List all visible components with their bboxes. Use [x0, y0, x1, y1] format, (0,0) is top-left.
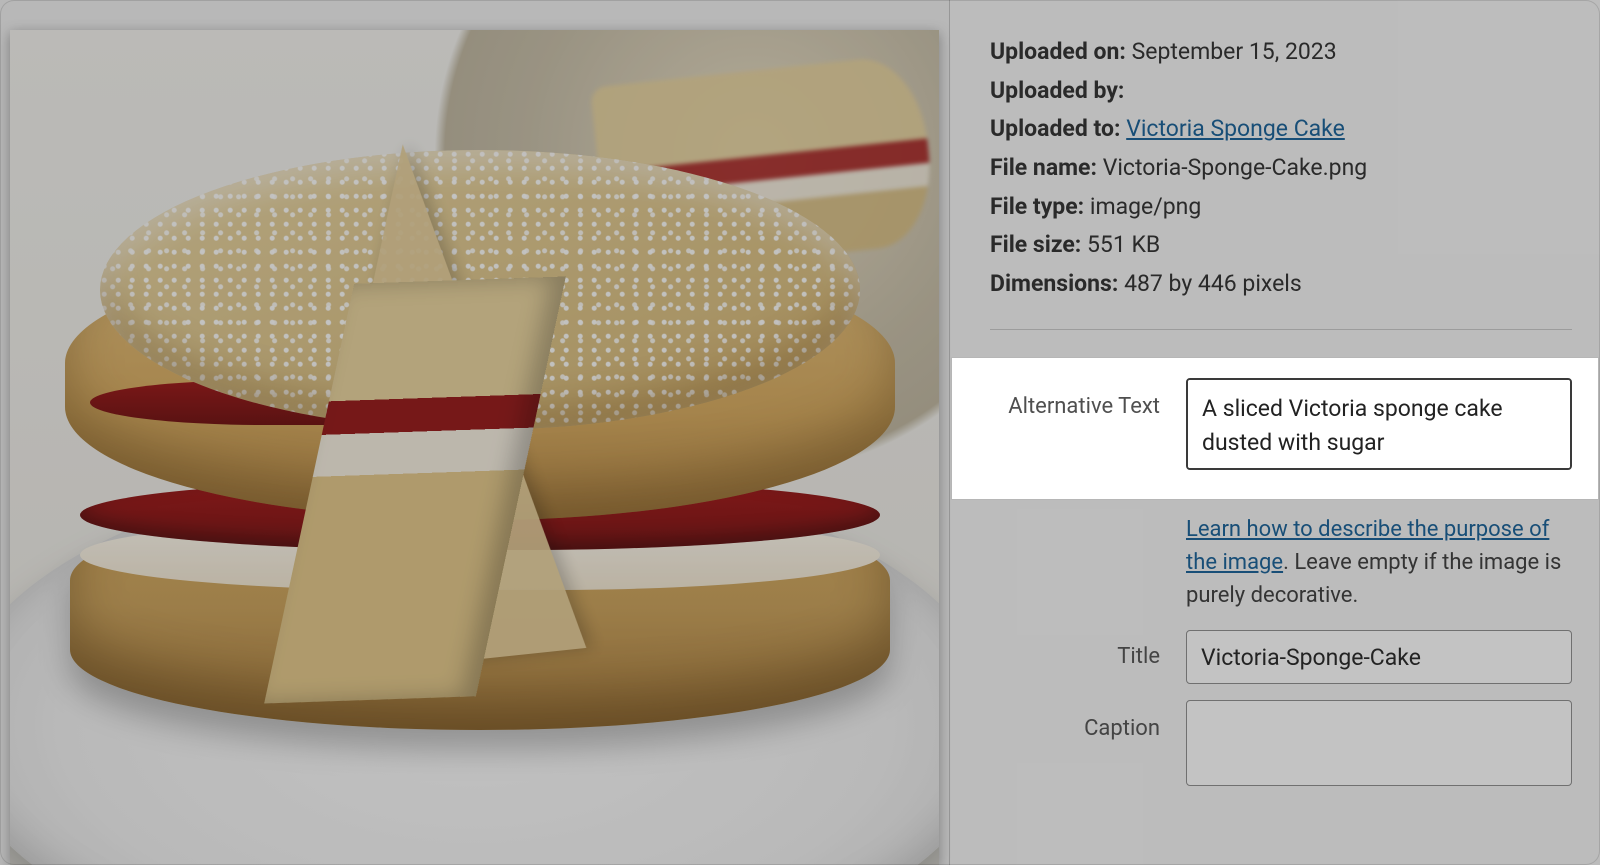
- meta-value: September 15, 2023: [1132, 38, 1337, 65]
- meta-file-name: File name: Victoria-Sponge-Cake.png: [990, 150, 1572, 186]
- meta-file-type: File type: image/png: [990, 189, 1572, 225]
- meta-label: Uploaded by:: [990, 77, 1124, 104]
- meta-label: Uploaded to:: [990, 115, 1120, 142]
- attachment-details-modal: Uploaded on: September 15, 2023 Uploaded…: [0, 0, 1600, 865]
- spacer: [990, 499, 1160, 511]
- field-row-alt-text: Alternative Text A sliced Victoria spong…: [990, 378, 1572, 481]
- meta-uploaded-on: Uploaded on: September 15, 2023: [990, 34, 1572, 70]
- field-row-alt-help: Learn how to describe the purpose of the…: [990, 499, 1572, 612]
- attachment-details-sidebar: Uploaded on: September 15, 2023 Uploaded…: [950, 0, 1600, 865]
- alt-text-label: Alternative Text: [990, 378, 1160, 424]
- caption-label: Caption: [990, 700, 1160, 746]
- attachment-preview-pane: [0, 0, 950, 865]
- meta-value: Victoria-Sponge-Cake.png: [1103, 154, 1368, 181]
- meta-uploaded-to: Uploaded to: Victoria Sponge Cake: [990, 111, 1572, 147]
- field-row-title: Title: [990, 630, 1572, 684]
- field-row-caption: Caption: [990, 700, 1572, 797]
- meta-file-size: File size: 551 KB: [990, 227, 1572, 263]
- meta-value: image/png: [1090, 193, 1201, 220]
- meta-label: Dimensions:: [990, 270, 1118, 297]
- meta-label: File size:: [990, 231, 1081, 258]
- caption-input[interactable]: [1186, 700, 1572, 786]
- alt-text-highlight: Alternative Text A sliced Victoria spong…: [952, 358, 1598, 499]
- meta-label: File type:: [990, 193, 1084, 220]
- meta-value: 487 by 446 pixels: [1124, 270, 1302, 297]
- alt-text-help: Learn how to describe the purpose of the…: [1186, 513, 1572, 612]
- title-label: Title: [990, 640, 1160, 674]
- divider: [990, 329, 1572, 330]
- meta-uploaded-by: Uploaded by:: [990, 73, 1572, 109]
- meta-label: Uploaded on:: [990, 38, 1126, 65]
- meta-value: 551 KB: [1087, 231, 1160, 258]
- attachment-preview-image: [10, 30, 939, 865]
- uploaded-to-link[interactable]: Victoria Sponge Cake: [1126, 115, 1345, 142]
- title-input[interactable]: [1186, 630, 1572, 684]
- alt-text-input[interactable]: A sliced Victoria sponge cake dusted wit…: [1186, 378, 1572, 470]
- meta-label: File name:: [990, 154, 1097, 181]
- meta-dimensions: Dimensions: 487 by 446 pixels: [990, 266, 1572, 302]
